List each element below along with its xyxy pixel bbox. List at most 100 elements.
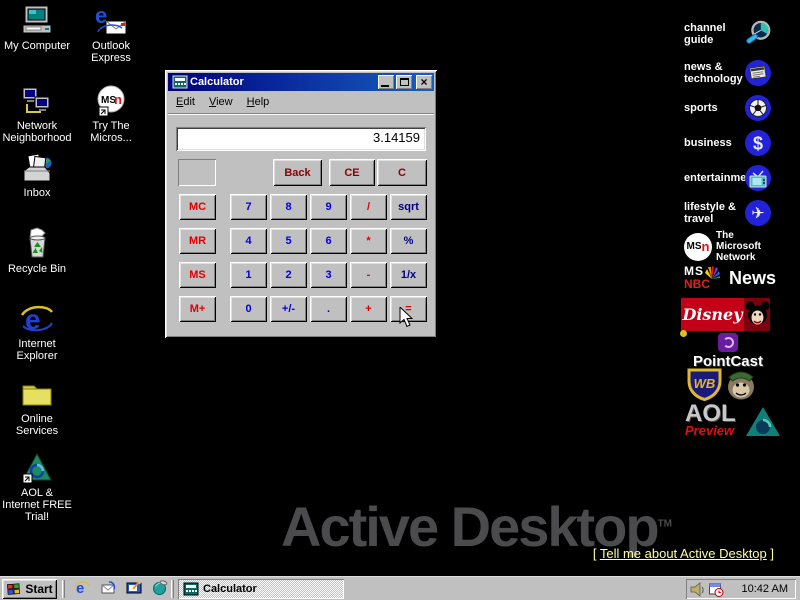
calculator-titlebar[interactable]: Calculator × — [168, 73, 434, 91]
view-channels-icon — [152, 579, 168, 600]
maximize-button[interactable] — [396, 75, 412, 89]
channel-msn-network[interactable]: MSn The Microsoft Network — [684, 230, 761, 263]
msn-setup-icon: MSn — [94, 84, 128, 118]
desktop-icon-msn-setup[interactable]: MSnTry The Micros... — [75, 84, 147, 144]
calc-button--[interactable]: - — [350, 262, 387, 288]
channel-label: entertainment — [684, 172, 742, 184]
show-desktop-icon — [126, 579, 142, 600]
calc-button-ce[interactable]: CE — [329, 159, 375, 186]
disney-wordmark: Disney — [681, 298, 744, 331]
menu-item-edit[interactable]: Edit — [169, 93, 202, 111]
calc-button-%[interactable]: % — [390, 228, 427, 254]
calc-button-+[interactable]: + — [350, 296, 387, 322]
windows-flag-icon — [6, 582, 22, 597]
task-scheduler-icon[interactable] — [708, 582, 724, 597]
calc-button-mc[interactable]: MC — [179, 194, 216, 220]
channel-label: channel guide — [684, 22, 742, 46]
channel-aol-preview[interactable]: AOL Preview — [685, 403, 781, 437]
channel-item-lifestyle-travel[interactable]: lifestyle & travel✈ — [684, 198, 776, 228]
desktop-icon-aol-free-trial[interactable]: AOL & Internet FREE Trial! — [1, 451, 73, 523]
volume-icon[interactable] — [690, 582, 706, 597]
calc-button-6[interactable]: 6 — [310, 228, 347, 254]
desktop-icon-label: AOL & Internet FREE Trial! — [1, 487, 73, 523]
calc-button-1/x[interactable]: 1/x — [390, 262, 427, 288]
close-button[interactable]: × — [416, 75, 432, 89]
calc-button-c[interactable]: C — [377, 159, 427, 186]
channel-label: business — [684, 137, 742, 149]
desktop-icon-inbox[interactable]: Inbox — [1, 151, 73, 199]
channel-guide-icon — [744, 20, 772, 48]
desktop-icon-network-neighborhood[interactable]: Network Neighborhood — [1, 84, 73, 144]
taskbar-separator[interactable] — [62, 580, 65, 598]
taskbar-separator[interactable] — [171, 580, 174, 598]
desktop-icon-online-services[interactable]: Online Services — [1, 377, 73, 437]
outlook-express-icon — [100, 579, 116, 600]
minimize-button[interactable] — [378, 75, 394, 89]
channel-label: lifestyle & travel — [684, 201, 742, 225]
quick-launch-internet-explorer[interactable]: e — [70, 579, 94, 599]
calc-button-/[interactable]: / — [350, 194, 387, 220]
calc-button-2[interactable]: 2 — [270, 262, 307, 288]
calculator-display: 3.14159 — [176, 127, 426, 151]
calc-button-5[interactable]: 5 — [270, 228, 307, 254]
calc-button-m+[interactable]: M+ — [179, 296, 216, 322]
calc-button-4[interactable]: 4 — [230, 228, 267, 254]
menu-item-help[interactable]: Help — [240, 93, 277, 111]
calc-button-8[interactable]: 8 — [270, 194, 307, 220]
svg-text:$: $ — [753, 134, 763, 154]
quick-launch-outlook-express[interactable] — [96, 579, 120, 599]
link-bracket-close: ] — [767, 546, 774, 561]
channel-disney[interactable]: Disney — [681, 298, 770, 331]
start-button[interactable]: Start — [2, 579, 57, 599]
trademark-mark: TM — [658, 518, 672, 529]
msn-ms-text: MS — [687, 241, 702, 252]
channel-item-entertainment[interactable]: entertainment — [684, 163, 776, 193]
mickey-icon — [744, 298, 770, 331]
channel-item-news-technology[interactable]: news & technology — [684, 58, 776, 88]
channel-item-business[interactable]: business $ — [684, 128, 776, 158]
calc-button-mr[interactable]: MR — [179, 228, 216, 254]
calc-button-*[interactable]: * — [350, 228, 387, 254]
calc-button-1[interactable]: 1 — [230, 262, 267, 288]
calc-button-back[interactable]: Back — [273, 159, 322, 186]
memory-indicator — [178, 159, 216, 186]
calc-button-sqrt[interactable]: sqrt — [390, 194, 427, 220]
channel-label: news & technology — [684, 61, 742, 85]
channel-label: sports — [684, 102, 742, 114]
calc-button-7[interactable]: 7 — [230, 194, 267, 220]
calc-button-0[interactable]: 0 — [230, 296, 267, 322]
calc-button-ms[interactable]: MS — [179, 262, 216, 288]
channel-pointcast[interactable]: PointCast — [682, 333, 774, 370]
menu-item-view[interactable]: View — [202, 93, 240, 111]
calc-button-.[interactable]: . — [310, 296, 347, 322]
calc-button-=[interactable]: = — [390, 296, 427, 322]
aol-wordmark: AOL Preview — [685, 403, 736, 437]
quick-launch-show-desktop[interactable] — [122, 579, 146, 599]
desktop-icon-recycle-bin[interactable]: Recycle Bin — [1, 227, 73, 275]
lifestyle-travel-icon: ✈ — [744, 199, 772, 227]
calc-button-9[interactable]: 9 — [310, 194, 347, 220]
channel-warner-bros[interactable]: WB — [686, 367, 757, 401]
msnbc-ms-text: MS — [684, 266, 704, 277]
taz-icon — [725, 367, 757, 401]
calc-button-+/-[interactable]: +/- — [270, 296, 307, 322]
calc-button-3[interactable]: 3 — [310, 262, 347, 288]
channel-msnbc-news[interactable]: MS NBC News — [684, 266, 776, 290]
msn-network-label: The Microsoft Network — [716, 230, 761, 263]
desktop-icon-outlook-express[interactable]: eOutlook Express — [75, 4, 147, 64]
internet-explorer-icon: e — [74, 579, 90, 600]
quick-launch-view-channels[interactable] — [148, 579, 172, 599]
taskbar: Start e Calculator 10:42 AM — [0, 576, 800, 600]
task-button-calculator[interactable]: Calculator — [178, 579, 344, 599]
channel-item-channel-guide[interactable]: channel guide — [684, 19, 776, 49]
my-computer-icon — [20, 4, 54, 38]
desktop-icon-internet-explorer[interactable]: eInternet Explorer — [1, 302, 73, 362]
tell-me-about-link[interactable]: Tell me about Active Desktop — [600, 546, 767, 561]
msnbc-news-label: News — [729, 268, 776, 289]
desktop-icon-label: Online Services — [1, 413, 73, 437]
wb-shield-icon: WB — [686, 368, 723, 401]
inbox-icon — [20, 151, 54, 185]
channel-item-sports[interactable]: sports — [684, 93, 776, 123]
desktop-icon-my-computer[interactable]: My Computer — [1, 4, 73, 52]
msn-line2: Microsoft — [716, 241, 761, 252]
